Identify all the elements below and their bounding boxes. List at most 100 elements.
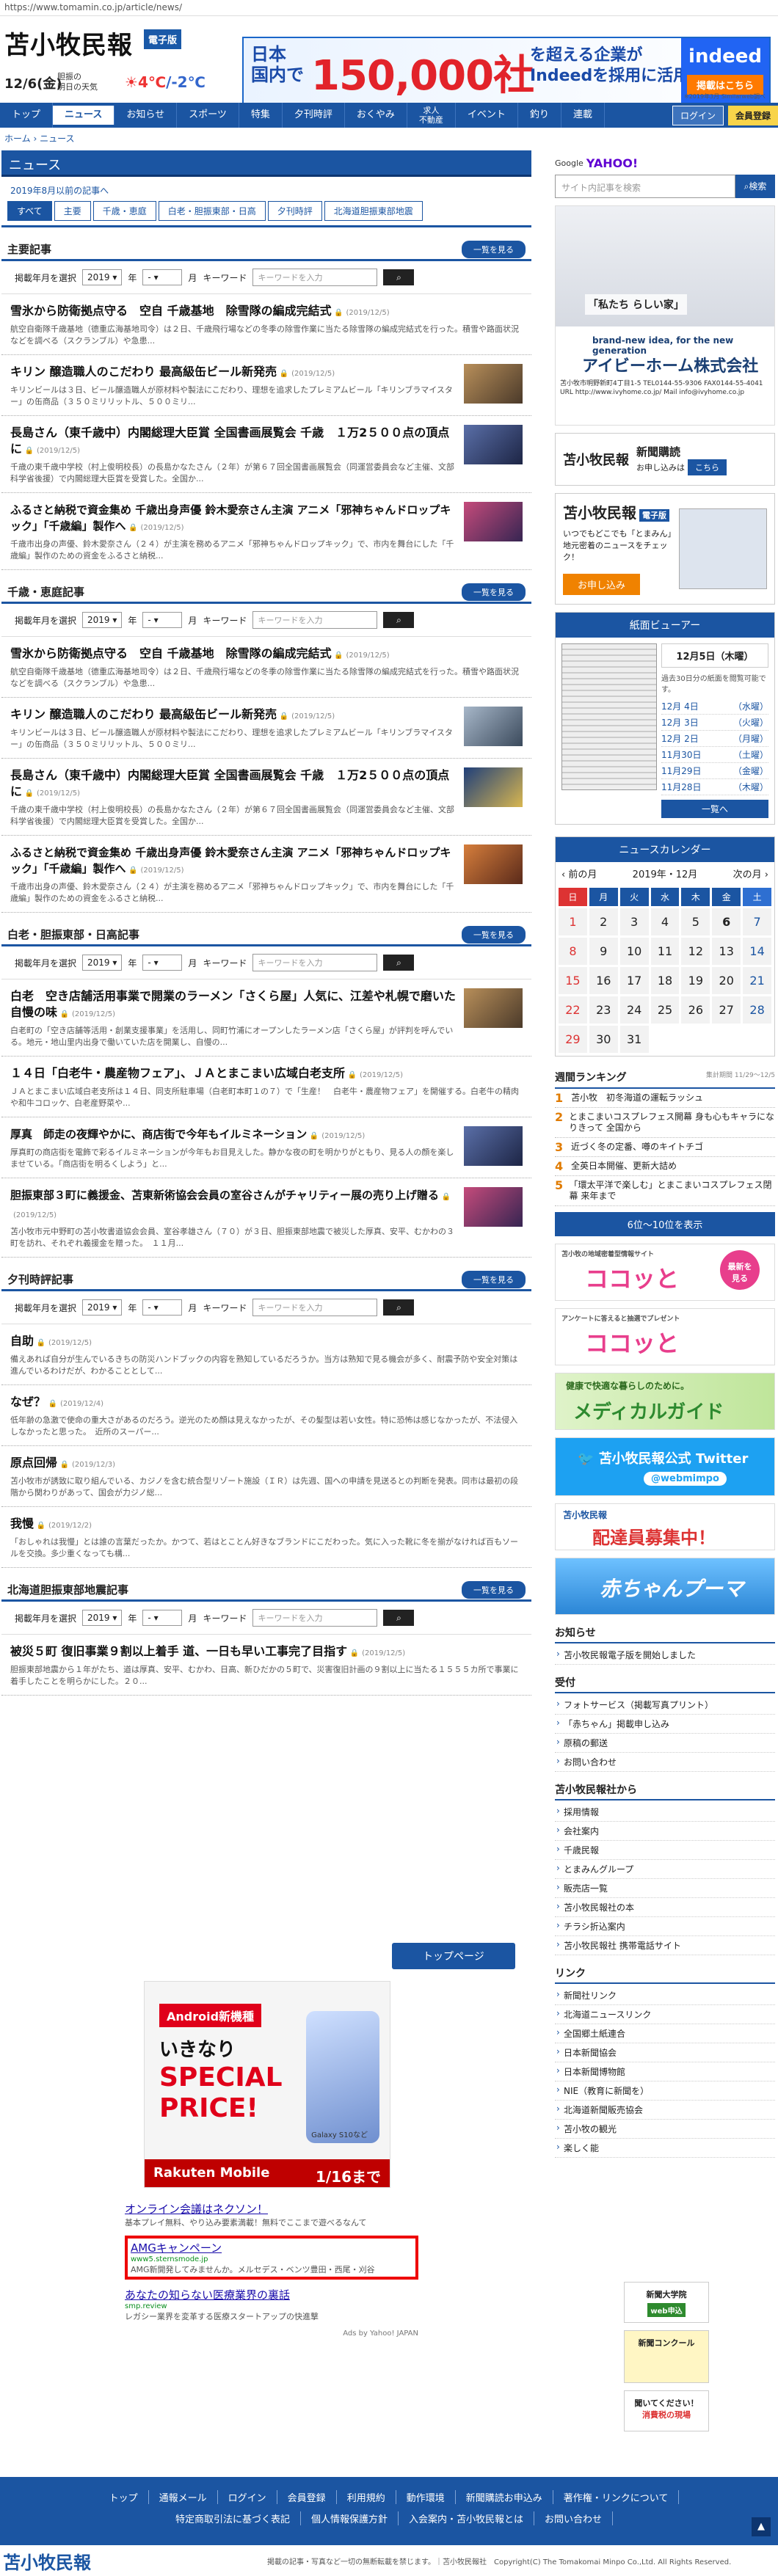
calendar-day[interactable]: 31 xyxy=(619,1026,649,1053)
digital-edition-banner[interactable]: 苫小牧民報 電子版 いつでもどこでも「とまみん」地元密着のニュースをチェック！ お… xyxy=(555,493,775,605)
article-title[interactable]: 雪氷から防衛拠点守る 空自 千歳基地 除雪隊の編成完結式 🔒 (2019/12/5… xyxy=(10,303,523,321)
article-title[interactable]: 胆振東部３町に義援金、苫東新術協会会員の室谷さんがチャリティー展の売り上げ贈る … xyxy=(10,1187,457,1224)
article-title[interactable]: なぜ？ 🔒 (2019/12/4) xyxy=(10,1394,523,1412)
year-select[interactable]: 2019 ▾ xyxy=(82,269,123,285)
month-select[interactable]: - ▾ xyxy=(142,269,183,285)
article-item[interactable]: 自助 🔒 (2019/12/5) 備えあれば自分が生んでいるきちの防災ハンドブックの… xyxy=(1,1324,531,1385)
article-item[interactable]: 長島さん（東千歳中）内閣総理大臣賞 全国書画展覧会 千歳 １万2５００点の頂点に… xyxy=(1,759,531,836)
tab-chitose[interactable]: 千歳・恵庭 xyxy=(92,201,156,221)
calendar-day[interactable]: 21 xyxy=(743,967,771,994)
nav-top[interactable]: トップ xyxy=(0,103,54,128)
nav-notice[interactable]: お知らせ xyxy=(114,103,178,128)
footer-link[interactable]: 著作権・リンクについて xyxy=(553,2490,680,2504)
footer-link[interactable]: トップ xyxy=(99,2490,149,2504)
calendar-day[interactable]: 17 xyxy=(619,967,649,994)
tab-main[interactable]: 主要 xyxy=(54,201,91,221)
apply-button[interactable]: お申し込み xyxy=(563,574,641,595)
article-title[interactable]: １４日「白老牛・農産物フェア」、ＪＡとまこまい広域白老支所 🔒 (2019/12/… xyxy=(10,1065,523,1084)
calendar-day[interactable]: 20 xyxy=(712,967,741,994)
rank-title[interactable]: 「環太平洋で楽しむ」とまこまいコスプレフェス閉幕 来年まで xyxy=(570,1180,775,1202)
calendar-day[interactable]: 24 xyxy=(619,996,649,1024)
sidebar-link[interactable]: 北海道ニュースリンク xyxy=(555,2005,775,2024)
article-item[interactable]: ふるさと納税で資金集め 千歳出身声優 鈴木愛奈さん主演 アニメ「邪神ちゃんドロッ… xyxy=(1,836,531,913)
calendar-day[interactable]: 10 xyxy=(619,938,649,965)
paper-thumbnail[interactable] xyxy=(561,643,657,790)
article-item[interactable]: 厚真 師走の夜輝やかに、商店街で今年もイルミネーション 🔒 (2019/12/5)… xyxy=(1,1117,531,1178)
calendar-day[interactable]: 25 xyxy=(650,996,680,1024)
sidebar-link[interactable]: フォトサービス（掲載写真プリント） xyxy=(555,1696,775,1715)
filter-search-button[interactable]: ⌕ xyxy=(383,269,415,285)
calendar-day[interactable]: 1 xyxy=(559,908,587,935)
sidebar-link[interactable]: 千歳民報 xyxy=(555,1841,775,1860)
footer-link[interactable]: 動作環境 xyxy=(396,2490,456,2504)
article-thumbnail[interactable] xyxy=(464,844,523,884)
article-item[interactable]: 雪氷から防衛拠点守る 空自 千歳基地 除雪隊の編成完結式 🔒 (2019/12/5… xyxy=(1,637,531,698)
calendar-day[interactable]: 15 xyxy=(559,967,587,994)
article-thumbnail[interactable] xyxy=(464,502,523,541)
footer-link[interactable]: 通報メール xyxy=(149,2490,218,2504)
article-item[interactable]: １４日「白老牛・農産物フェア」、ＪＡとまこまい広域白老支所 🔒 (2019/12/… xyxy=(1,1057,531,1117)
sidebar-link[interactable]: 日本新聞博物館 xyxy=(555,2062,775,2081)
article-item[interactable]: 長島さん（東千歳中）内閣総理大臣賞 全国書画展覧会 千歳 １万2５００点の頂点に… xyxy=(1,416,531,493)
article-item[interactable]: 白老 空き店舗活用事業で開業のラーメン「さくら屋」人気に、江差や札幌で磨いた自慢… xyxy=(1,979,531,1057)
list-more-button[interactable]: 一覧を見る xyxy=(462,583,526,601)
sidebar-link[interactable]: 販売店一覧 xyxy=(555,1879,775,1898)
article-title[interactable]: 自助 🔒 (2019/12/5) xyxy=(10,1333,523,1351)
article-item[interactable]: なぜ？ 🔒 (2019/12/4) 低年齢の急激で使命の重大さがあるのだろう。逆光の… xyxy=(1,1385,531,1446)
sidebar-link[interactable]: 苫小牧民報社 携帯電話サイト xyxy=(555,1936,775,1955)
article-thumbnail[interactable] xyxy=(464,1187,523,1227)
sidebar-link[interactable]: 採用情報 xyxy=(555,1803,775,1822)
viewer-date-item[interactable]: 11月29日 （金曜） xyxy=(661,763,768,779)
viewer-date-item[interactable]: 12月 2日 （月曜） xyxy=(661,731,768,747)
month-select[interactable]: - ▾ xyxy=(142,1299,183,1316)
ranking-item[interactable]: 1 苫小牧 初冬海道の運転ラッシュ xyxy=(555,1089,775,1108)
footer-link[interactable]: 利用規約 xyxy=(337,2490,396,2504)
ranking-item[interactable]: 4 全英日本開催、更新大詰め xyxy=(555,1157,775,1176)
login-button[interactable]: ログイン xyxy=(672,105,724,125)
filter-search-button[interactable]: ⌕ xyxy=(383,1610,415,1626)
article-title[interactable]: 原点回帰 🔒 (2019/12/3) xyxy=(10,1455,523,1473)
calendar-day[interactable]: 2 xyxy=(589,908,618,935)
viewer-date-item[interactable]: 12月 3日 （火曜） xyxy=(661,715,768,731)
filter-search-button[interactable]: ⌕ xyxy=(383,612,415,628)
viewer-date-item[interactable]: 12月 4日 （水曜） xyxy=(661,698,768,715)
sidebar-link[interactable]: 北海道新聞販売協会 xyxy=(555,2101,775,2120)
newspaper-school-ad[interactable]: 新聞大学院 web申込 xyxy=(624,2282,709,2323)
filter-search-button[interactable]: ⌕ xyxy=(383,1299,415,1316)
month-select[interactable]: - ▾ xyxy=(142,955,183,971)
tab-evening[interactable]: 夕刊時評 xyxy=(267,201,322,221)
nav-evening[interactable]: 夕刊時評 xyxy=(283,103,345,128)
twitter-banner[interactable]: 🐦 苫小牧民報公式 Twitter @webmimpo xyxy=(555,1437,775,1496)
calendar-day[interactable]: 9 xyxy=(589,938,618,965)
list-more-button[interactable]: 一覧を見る xyxy=(462,1580,526,1599)
article-item[interactable]: 我慢 🔒 (2019/12/2) 「おしゃれは我慢」とは誰の言葉だったか。かつて、若… xyxy=(1,1507,531,1568)
article-thumbnail[interactable] xyxy=(464,364,523,404)
page-top-arrow-icon[interactable]: ▲ xyxy=(752,2517,771,2536)
rakuten-mobile-ad[interactable]: Android新機種 いきなり SPECIAL PRICE! Galaxy S10… xyxy=(144,1981,390,2188)
footer-link[interactable]: 個人情報保護方針 xyxy=(301,2511,399,2525)
calendar-day[interactable]: 8 xyxy=(559,938,587,965)
calendar-day[interactable]: 7 xyxy=(743,908,771,935)
site-logo[interactable]: 苫小牧民報 xyxy=(4,25,133,61)
keyword-input[interactable]: キーワードを入力 xyxy=(252,1609,378,1627)
article-thumbnail[interactable] xyxy=(464,1126,523,1166)
year-select[interactable]: 2019 ▾ xyxy=(82,955,123,971)
article-thumbnail[interactable] xyxy=(464,988,523,1028)
article-item[interactable]: キリン 醸造職人のこだわり 最高級缶ビール新発売 🔒 (2019/12/5) キリン… xyxy=(1,698,531,759)
register-button[interactable]: 会員登録 xyxy=(727,105,778,125)
tab-all[interactable]: すべて xyxy=(7,201,52,221)
nav-fishing[interactable]: 釣り xyxy=(518,103,561,128)
rank-title[interactable]: 全英日本開催、更新大詰め xyxy=(571,1161,677,1172)
footer-logo[interactable]: 苫小牧民報 xyxy=(3,2548,91,2574)
footer-link[interactable]: 会員登録 xyxy=(277,2490,337,2504)
nav-jobs[interactable]: 求人 不動産 xyxy=(407,103,456,128)
list-more-button[interactable]: 一覧を見る xyxy=(462,925,526,944)
calendar-day[interactable]: 16 xyxy=(589,967,618,994)
article-thumbnail[interactable] xyxy=(464,707,523,746)
footer-link[interactable]: 特定商取引法に基づく表記 xyxy=(165,2511,301,2525)
calendar-day[interactable]: 22 xyxy=(559,996,587,1024)
footer-link[interactable]: ログイン xyxy=(218,2490,277,2504)
cocotto-present-banner[interactable]: アンケートに答えると抽選でプレゼント ココッと xyxy=(555,1308,775,1365)
month-select[interactable]: - ▾ xyxy=(142,1610,183,1626)
sidebar-link[interactable]: 原稿の郵送 xyxy=(555,1734,775,1753)
